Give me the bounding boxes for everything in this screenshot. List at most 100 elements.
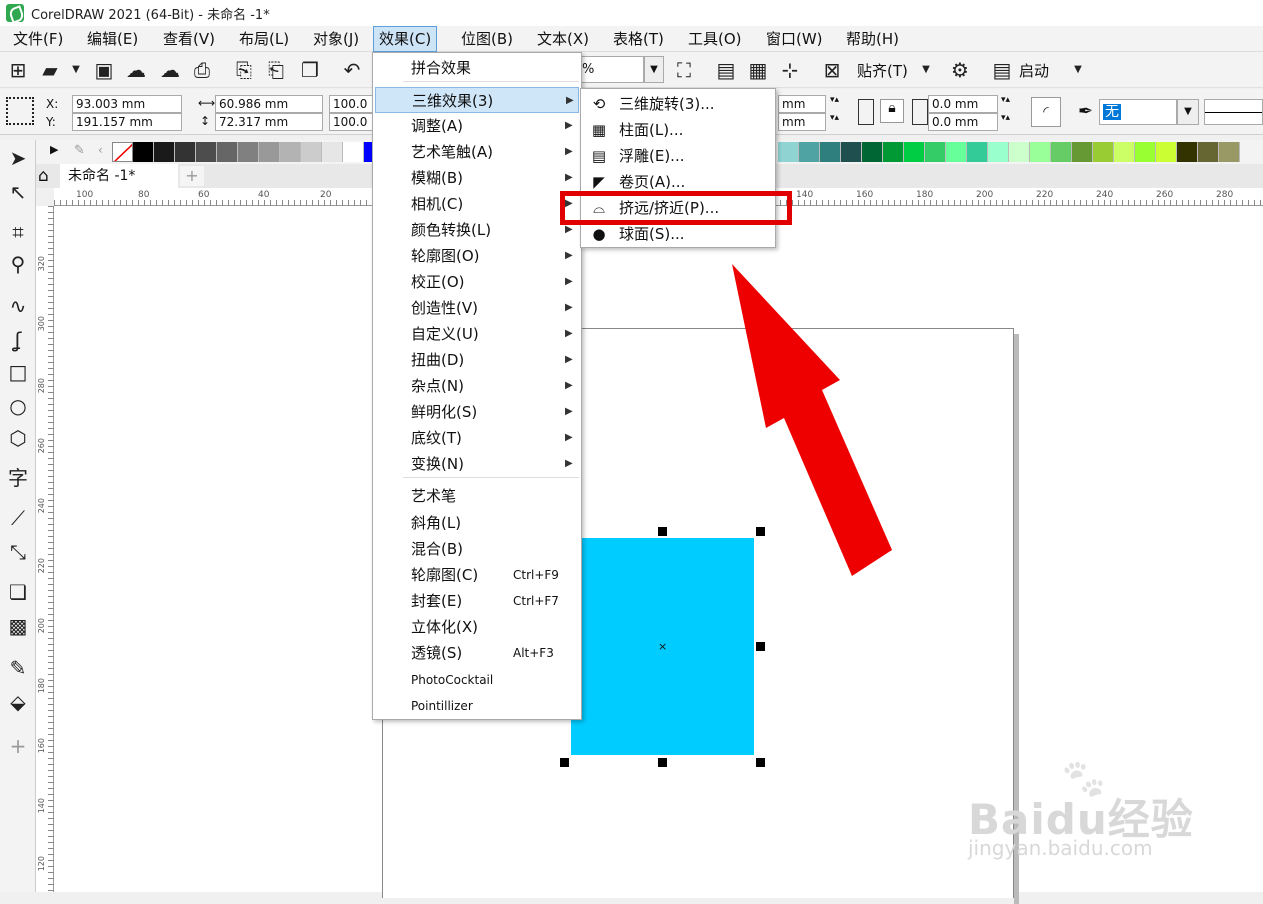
color-swatch[interactable]	[1030, 142, 1051, 162]
corner-radius-field-1[interactable]: mm	[778, 95, 826, 113]
effects-menu-item[interactable]: 鲜明化(S) ▶	[375, 399, 579, 425]
color-swatch[interactable]	[820, 142, 841, 162]
color-swatch[interactable]	[1156, 142, 1177, 162]
effects-menu-item[interactable]: 相机(C) ▶	[375, 191, 579, 217]
effects-menu-item[interactable]: 轮廓图(O) ▶	[375, 243, 579, 269]
cloud-download-icon[interactable]: ☁	[124, 58, 148, 82]
color-swatch[interactable]	[217, 142, 238, 162]
outline-dropdown-icon[interactable]: ▼	[1177, 99, 1199, 125]
selection-handle[interactable]	[560, 758, 569, 767]
effects-menu-item[interactable]: Pointillizer	[375, 692, 579, 718]
artistic-media-icon[interactable]: ʆ	[6, 328, 30, 352]
effects-menu-item[interactable]: 底纹(T) ▶	[375, 425, 579, 451]
color-swatch[interactable]	[1072, 142, 1093, 162]
color-swatch[interactable]	[280, 142, 301, 162]
zoom-dropdown-icon[interactable]: ▼	[644, 56, 664, 83]
color-swatch[interactable]	[1135, 142, 1156, 162]
scale-y-field[interactable]: 100.0	[329, 113, 373, 131]
dimension-tool-icon[interactable]: ⟋	[6, 506, 30, 530]
no-color-swatch[interactable]	[112, 142, 133, 162]
lock-ratio-icon[interactable]: 🔒︎	[880, 99, 904, 123]
effects-menu-item[interactable]: 轮廓图(C) Ctrl+F9	[375, 562, 579, 588]
effects-menu-item[interactable]: 艺术笔	[375, 483, 579, 509]
color-swatch[interactable]	[133, 142, 154, 162]
color-swatch[interactable]	[343, 142, 364, 162]
effects-menu-item[interactable]: 封套(E) Ctrl+F7	[375, 588, 579, 614]
effects-menu-item[interactable]: 杂点(N) ▶	[375, 373, 579, 399]
color-swatch[interactable]	[1198, 142, 1219, 162]
menu-view[interactable]: 查看(V)	[158, 26, 220, 52]
color-swatch[interactable]	[196, 142, 217, 162]
effects-menu-item[interactable]: 透镜(S) Alt+F3	[375, 640, 579, 666]
color-swatch[interactable]	[322, 142, 343, 162]
menu-bitmaps[interactable]: 位图(B)	[456, 26, 518, 52]
full-screen-icon[interactable]: ⛶	[672, 58, 696, 82]
color-swatch[interactable]	[259, 142, 280, 162]
fill-tool-icon[interactable]: ⬙	[6, 690, 30, 714]
x-position-field[interactable]: 93.003 mm	[72, 95, 182, 113]
corner-field-4[interactable]: 0.0 mm	[928, 113, 998, 131]
spinner-icon[interactable]: ▾▴	[1001, 113, 1010, 123]
effects-menu-item[interactable]: 混合(B)	[375, 536, 579, 562]
effects-menu-item[interactable]: 模糊(B) ▶	[375, 165, 579, 191]
effects-menu-item[interactable]: 斜角(L)	[375, 510, 579, 536]
height-field[interactable]: 72.317 mm	[215, 113, 323, 131]
undo-icon[interactable]: ↶	[340, 58, 364, 82]
effects-menu-item[interactable]: 艺术笔触(A) ▶	[375, 139, 579, 165]
grid-icon[interactable]: ▦	[746, 58, 770, 82]
color-swatch[interactable]	[946, 142, 967, 162]
color-swatch[interactable]	[799, 142, 820, 162]
color-swatch[interactable]	[175, 142, 196, 162]
effects-menu-item[interactable]: 调整(A) ▶	[375, 113, 579, 139]
color-swatch[interactable]	[988, 142, 1009, 162]
menu-layout[interactable]: 布局(L)	[234, 26, 294, 52]
copy-icon[interactable]: ❐	[298, 58, 322, 82]
text-tool-icon[interactable]: 字	[6, 466, 30, 490]
color-swatch[interactable]	[1177, 142, 1198, 162]
spinner-icon[interactable]: ▾▴	[830, 95, 839, 105]
outline-width-field[interactable]: 无	[1099, 99, 1177, 125]
submenu-3d-item[interactable]: ⟲ 三维旋转(3)...	[583, 91, 773, 117]
spinner-icon[interactable]: ▾▴	[1001, 95, 1010, 105]
new-document-icon[interactable]: ⊞	[6, 58, 30, 82]
scale-corners-icon[interactable]: ◜	[1031, 97, 1061, 127]
drop-shadow-tool-icon[interactable]: ❏	[6, 580, 30, 604]
menu-table[interactable]: 表格(T)	[608, 26, 669, 52]
corner-shape-icon[interactable]	[858, 99, 874, 125]
polygon-tool-icon[interactable]: ⬡	[6, 426, 30, 450]
save-icon[interactable]: ▣	[92, 58, 116, 82]
rectangle-tool-icon[interactable]: □	[6, 360, 30, 384]
zoom-tool-icon[interactable]: ⚲	[6, 252, 30, 276]
spinner-icon[interactable]: ▾▴	[830, 113, 839, 123]
snap-off-icon[interactable]: ⊠	[820, 58, 844, 82]
menu-edit[interactable]: 编辑(E)	[82, 26, 143, 52]
open-folder-icon[interactable]: ▰	[38, 58, 62, 82]
add-tab-icon[interactable]: +	[180, 166, 204, 186]
transparency-tool-icon[interactable]: ▩	[6, 614, 30, 638]
freehand-tool-icon[interactable]: ∿	[6, 294, 30, 318]
selection-handle[interactable]	[756, 642, 765, 651]
rulers-icon[interactable]: ▤	[714, 58, 738, 82]
scale-x-field[interactable]: 100.0	[329, 95, 373, 113]
color-swatch[interactable]	[1051, 142, 1072, 162]
corner-field-3[interactable]: 0.0 mm	[928, 95, 998, 113]
launch-dropdown-icon[interactable]: ▼	[1066, 58, 1090, 82]
menu-text[interactable]: 文本(X)	[532, 26, 594, 52]
color-swatch[interactable]	[778, 142, 799, 162]
ellipse-tool-icon[interactable]: ○	[6, 394, 30, 418]
menu-window[interactable]: 窗口(W)	[761, 26, 828, 52]
corner-radius-field-2[interactable]: mm	[778, 113, 826, 131]
effects-menu-item[interactable]: 立体化(X)	[375, 614, 579, 640]
export-icon[interactable]: ⎗	[264, 58, 288, 82]
effects-menu-item[interactable]: PhotoCocktail	[375, 666, 579, 692]
submenu-3d-item[interactable]: ▦ 柱面(L)...	[583, 117, 773, 143]
eyedropper-tool-icon[interactable]: ✎	[6, 656, 30, 680]
color-swatch[interactable]	[904, 142, 925, 162]
color-swatch[interactable]	[925, 142, 946, 162]
snap-to-label[interactable]: 贴齐(T)	[857, 60, 908, 81]
menu-object[interactable]: 对象(J)	[308, 26, 364, 52]
add-tool-icon[interactable]: +	[6, 734, 30, 758]
shape-tool-icon[interactable]: ↖	[6, 180, 30, 204]
open-dropdown-icon[interactable]: ▼	[64, 58, 88, 82]
color-swatch[interactable]	[1114, 142, 1135, 162]
